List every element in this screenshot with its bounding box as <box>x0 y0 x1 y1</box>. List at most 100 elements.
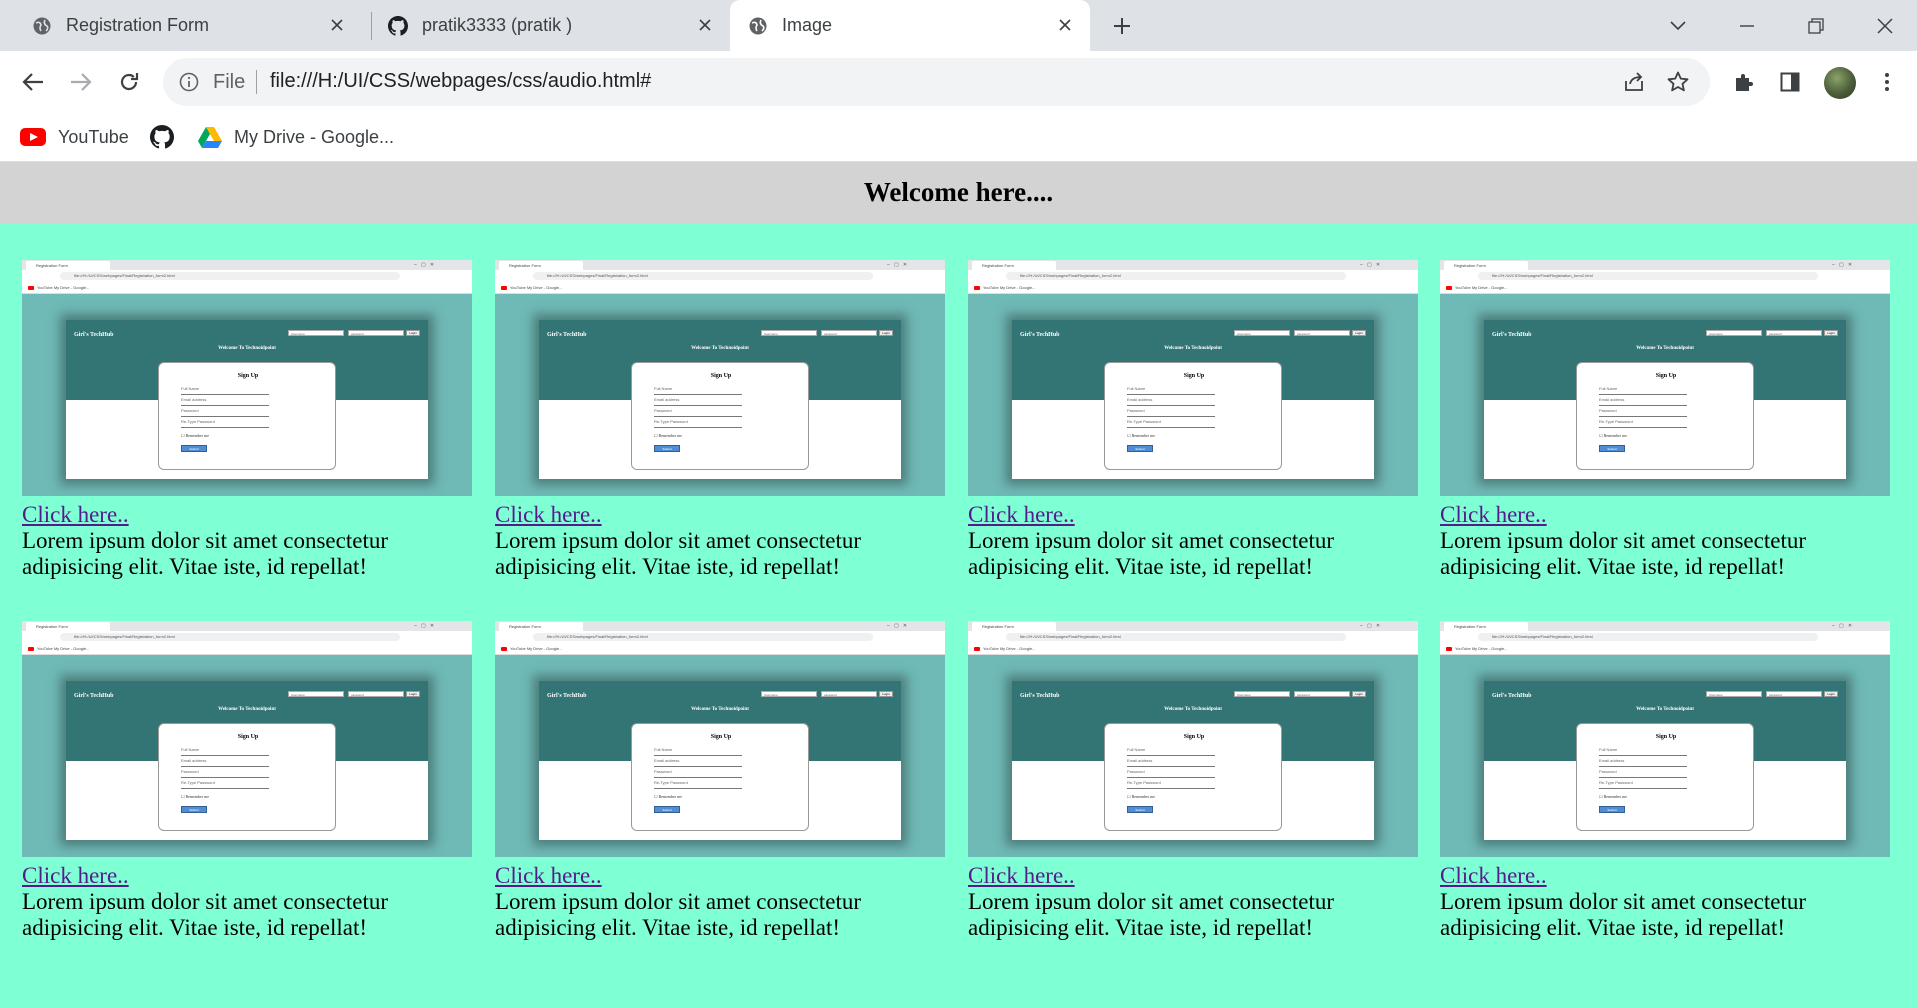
thumb-tab-strip: Registration Form – ▢ ✕ <box>22 260 472 270</box>
thumb-login-button: Login <box>406 330 420 336</box>
thumb-signup-title: Sign Up <box>710 734 732 740</box>
click-here-link[interactable]: Click here.. <box>22 502 129 528</box>
thumb-field: Re-Type Password <box>181 779 269 789</box>
thumb-welcome: Welcome To Technoidpoint <box>1636 707 1694 712</box>
click-here-link[interactable]: Click here.. <box>495 502 602 528</box>
restore-button[interactable] <box>1798 8 1834 44</box>
click-here-link[interactable]: Click here.. <box>22 863 129 889</box>
reload-button[interactable] <box>111 64 147 100</box>
click-here-link[interactable]: Click here.. <box>495 863 602 889</box>
thumb-password-input: password <box>1294 330 1350 336</box>
close-icon[interactable] <box>694 14 716 36</box>
thumb-field: Email address <box>181 757 269 767</box>
thumb-submit: Submit <box>654 445 680 452</box>
thumb-bookmarks: YouTube My Drive - Google... <box>22 282 472 294</box>
thumb-tab-strip: Registration Form – ▢ ✕ <box>968 621 1418 631</box>
thumb-toolbar: file:///H:/UI/CSS/webpages/Final/Registr… <box>22 631 472 643</box>
thumb-remember-label: Remember me <box>1603 794 1628 799</box>
bookmark-my-drive[interactable]: My Drive - Google... <box>198 123 394 151</box>
thumb-username-input: Username <box>761 330 817 336</box>
thumb-bookmarks: YouTube My Drive - Google... <box>968 643 1418 655</box>
url-text[interactable]: file:///H:/UI/CSS/webpages/css/audio.htm… <box>270 70 651 93</box>
thumb-login-button: Login <box>1824 691 1838 697</box>
thumb-bookmarks-text: YouTube My Drive - Google... <box>37 285 90 290</box>
thumb-page: Girl's TechHub Username password Login W… <box>66 320 428 479</box>
thumb-remember: ☐ Remember me <box>1599 433 1628 438</box>
new-tab-button[interactable] <box>1108 12 1136 40</box>
star-icon[interactable] <box>1666 70 1690 94</box>
thumb-window-controls: – ▢ ✕ <box>1360 262 1381 268</box>
registration-form-screenshot: Registration Form – ▢ ✕ file:///H:/UI/CS… <box>22 260 472 496</box>
minimize-button[interactable] <box>1729 8 1765 44</box>
thumb-field: Password <box>654 407 742 417</box>
thumb-url: file:///H:/UI/CSS/webpages/Final/Registr… <box>1006 633 1346 641</box>
tab-registration-form[interactable]: Registration Form <box>0 0 362 51</box>
close-icon <box>1877 18 1893 34</box>
menu-button[interactable] <box>1869 64 1905 100</box>
thumb-brand: Girl's TechHub <box>1492 332 1532 338</box>
thumb-toolbar: file:///H:/UI/CSS/webpages/Final/Registr… <box>495 270 945 282</box>
side-panel-button[interactable] <box>1772 64 1808 100</box>
registration-form-screenshot: Registration Form – ▢ ✕ file:///H:/UI/CS… <box>1440 260 1890 496</box>
scheme-label: File <box>213 71 246 93</box>
thumb-field: Re-Type Password <box>654 779 742 789</box>
thumb-bookmarks: YouTube My Drive - Google... <box>1440 282 1890 294</box>
side-panel-icon <box>1780 72 1800 92</box>
profile-avatar[interactable] <box>1824 67 1856 99</box>
thumb-field: Password <box>1127 768 1215 778</box>
click-here-link[interactable]: Click here.. <box>1440 502 1547 528</box>
thumb-signup-title: Sign Up <box>1183 734 1205 740</box>
thumb-signup-card: Sign Up Full Name Email address Password… <box>631 362 809 470</box>
window-close-button[interactable] <box>1867 8 1903 44</box>
tab-image[interactable]: Image <box>730 0 1090 51</box>
thumb-toolbar: file:///H:/UI/CSS/webpages/Final/Registr… <box>22 270 472 282</box>
bookmarks-bar: YouTube My Drive - Google... <box>0 113 1917 162</box>
address-bar[interactable]: File file:///H:/UI/CSS/webpages/css/audi… <box>163 58 1710 106</box>
minimize-icon <box>1740 25 1754 27</box>
click-here-link[interactable]: Click here.. <box>1440 863 1547 889</box>
click-here-link[interactable]: Click here.. <box>968 502 1075 528</box>
thumb-remember-label: Remember me <box>658 794 683 799</box>
thumb-brand: Girl's TechHub <box>1492 693 1532 699</box>
thumb-brand: Girl's TechHub <box>74 332 114 338</box>
click-here-link[interactable]: Click here.. <box>968 863 1075 889</box>
back-button[interactable] <box>15 64 51 100</box>
thumb-password-input: password <box>1766 691 1822 697</box>
thumb-youtube-icon <box>28 646 34 651</box>
thumb-remember: ☐ Remember me <box>1127 433 1156 438</box>
thumb-field: Full Name <box>181 746 269 756</box>
thumb-field: Re-Type Password <box>1127 418 1215 428</box>
thumb-login-button: Login <box>1352 330 1366 336</box>
bookmark-label: YouTube <box>58 126 129 147</box>
bookmark-label: My Drive - Google... <box>234 126 395 147</box>
bookmark-github[interactable] <box>150 123 186 151</box>
tab-title: pratik3333 (pratik ) <box>422 15 573 35</box>
thumb-field: Password <box>1599 407 1687 417</box>
thumb-submit: Submit <box>1599 445 1625 452</box>
close-icon[interactable] <box>326 14 348 36</box>
github-icon <box>150 125 174 149</box>
info-icon[interactable] <box>179 72 199 92</box>
thumb-login-button: Login <box>879 691 893 697</box>
thumb-remember-label: Remember me <box>185 433 210 438</box>
close-icon[interactable] <box>1054 14 1076 36</box>
thumb-field: Full Name <box>654 746 742 756</box>
tab-github[interactable]: pratik3333 (pratik ) <box>372 0 730 51</box>
thumb-url: file:///H:/UI/CSS/webpages/Final/Registr… <box>60 633 400 641</box>
thumb-submit: Submit <box>1599 806 1625 813</box>
forward-button[interactable] <box>63 64 99 100</box>
thumb-window-controls: – ▢ ✕ <box>887 623 908 629</box>
thumb-youtube-icon <box>501 646 507 651</box>
thumb-youtube-icon <box>974 285 980 290</box>
share-icon[interactable] <box>1622 70 1646 94</box>
thumb-bookmarks-text: YouTube My Drive - Google... <box>1455 646 1508 651</box>
thumb-welcome: Welcome To Technoidpoint <box>1636 346 1694 351</box>
thumb-submit: Submit <box>181 806 207 813</box>
tab-search-button[interactable] <box>1660 8 1696 44</box>
thumb-signup-card: Sign Up Full Name Email address Password… <box>158 362 336 470</box>
thumb-field: Password <box>181 407 269 417</box>
thumb-password-input: password <box>1294 691 1350 697</box>
extensions-button[interactable] <box>1726 64 1762 100</box>
bookmark-youtube[interactable]: YouTube <box>20 123 129 151</box>
thumb-username-input: Username <box>1706 691 1762 697</box>
